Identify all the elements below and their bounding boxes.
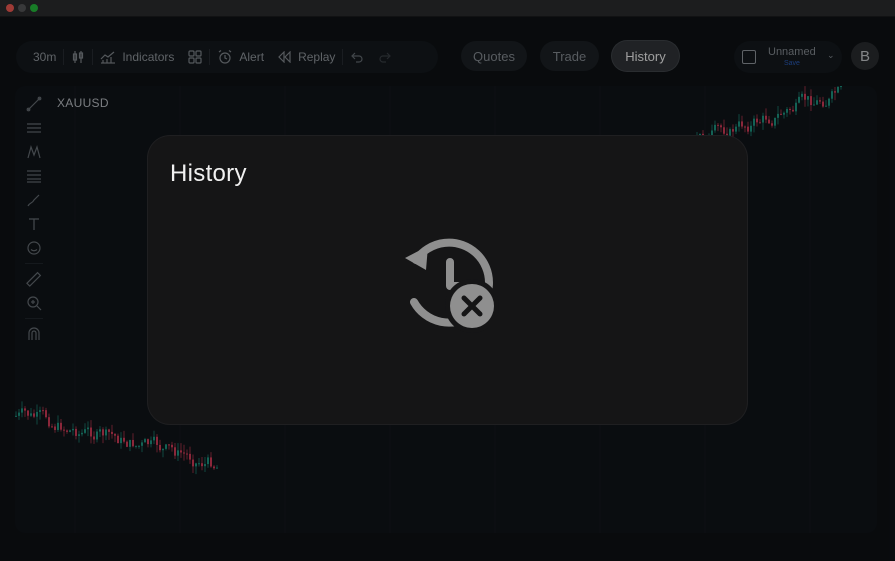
history-dialog: History (148, 136, 747, 424)
history-off-icon (405, 238, 499, 333)
dialog-title: History (170, 160, 247, 187)
